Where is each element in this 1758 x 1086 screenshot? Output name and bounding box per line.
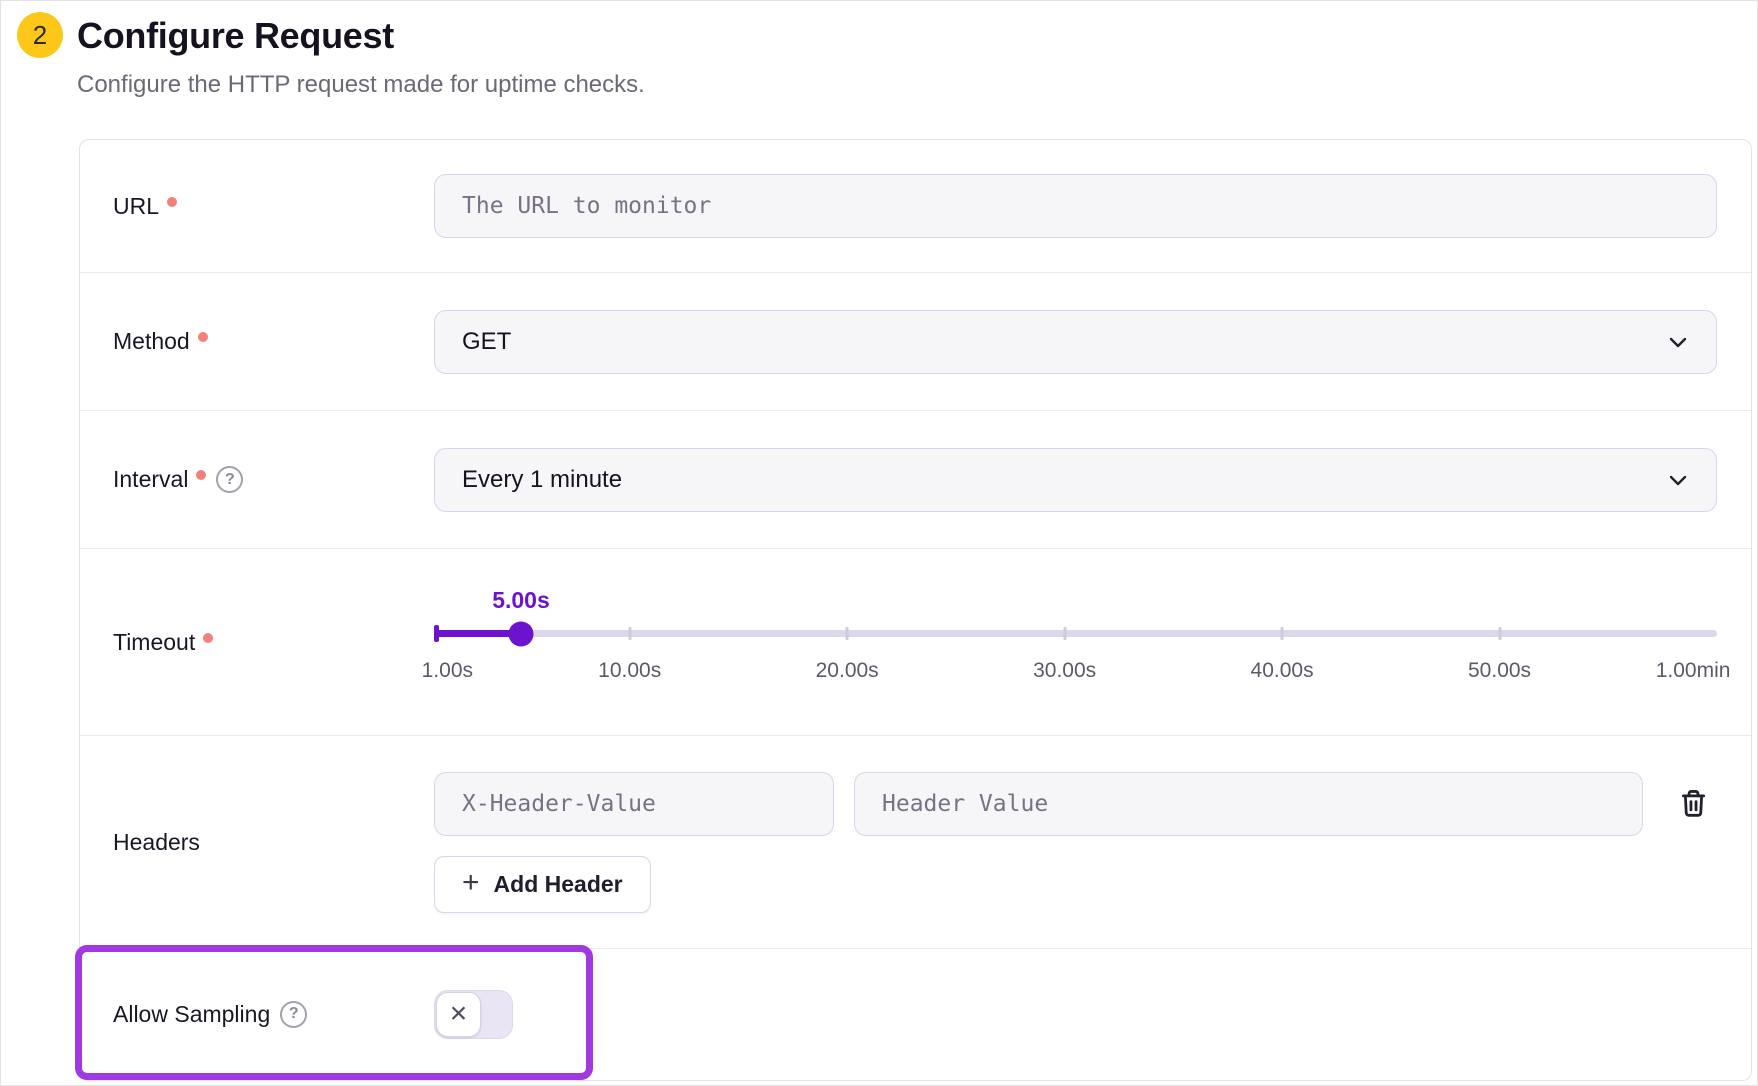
required-indicator bbox=[203, 633, 213, 643]
headers-row: Headers + bbox=[80, 736, 1751, 949]
interval-label-text: Interval bbox=[113, 466, 188, 493]
allow-sampling-toggle[interactable]: × bbox=[434, 990, 513, 1039]
slider-tick-mark bbox=[846, 627, 849, 640]
url-label-text: URL bbox=[113, 193, 159, 220]
method-select[interactable]: GET bbox=[434, 310, 1717, 374]
plus-icon: + bbox=[462, 868, 480, 898]
headers-label-text: Headers bbox=[113, 829, 200, 856]
method-label-text: Method bbox=[113, 328, 190, 355]
required-indicator bbox=[167, 197, 177, 207]
add-header-button-label: Add Header bbox=[494, 871, 623, 898]
chevron-down-icon bbox=[1666, 330, 1690, 354]
method-label: Method bbox=[113, 328, 434, 355]
page-subtitle: Configure the HTTP request made for upti… bbox=[77, 71, 645, 99]
slider-thumb[interactable] bbox=[508, 621, 533, 646]
timeout-slider: 5.00s 1.00s10.00s20.00s30.00s40.00s50.00… bbox=[434, 587, 1717, 697]
url-row: URL bbox=[80, 140, 1751, 273]
slider-tick-label: 30.00s bbox=[1033, 659, 1096, 683]
trash-icon bbox=[1678, 787, 1709, 820]
required-indicator bbox=[196, 470, 206, 480]
required-indicator bbox=[198, 332, 208, 342]
configure-request-panel: URL Method GET Interval bbox=[79, 139, 1752, 1081]
allow-sampling-row: Allow Sampling ? × bbox=[80, 949, 1751, 1079]
page-title: Configure Request bbox=[77, 15, 394, 57]
header-value-input[interactable] bbox=[854, 772, 1643, 836]
slider-track[interactable] bbox=[434, 630, 1717, 637]
url-label: URL bbox=[113, 193, 434, 220]
chevron-down-icon bbox=[1666, 468, 1690, 492]
slider-tick-mark bbox=[1498, 627, 1501, 640]
slider-tick-mark bbox=[628, 627, 631, 640]
slider-tick-label: 10.00s bbox=[598, 659, 661, 683]
delete-header-button[interactable] bbox=[1663, 772, 1723, 836]
interval-label: Interval ? bbox=[113, 466, 434, 493]
slider-tick-label: 1.00min bbox=[1656, 659, 1731, 683]
timeout-label: Timeout bbox=[113, 629, 434, 656]
x-icon: × bbox=[450, 999, 468, 1029]
method-selected-value: GET bbox=[462, 328, 511, 356]
timeout-row: Timeout 5.00s 1.00s 10.00s 20.00s 30.00s 40.… bbox=[80, 549, 1751, 736]
help-icon[interactable]: ? bbox=[280, 1001, 307, 1028]
slider-tick-label: 40.00s bbox=[1251, 659, 1314, 683]
step-number-badge: 2 bbox=[17, 12, 63, 58]
method-row: Method GET bbox=[80, 273, 1751, 411]
allow-sampling-label-text: Allow Sampling bbox=[113, 1001, 270, 1028]
url-input[interactable] bbox=[434, 174, 1717, 238]
slider-tick-mark bbox=[1281, 627, 1284, 640]
slider-tick-label: 50.00s bbox=[1468, 659, 1531, 683]
interval-row: Interval ? Every 1 minute bbox=[80, 411, 1751, 549]
headers-label: Headers bbox=[113, 829, 434, 856]
interval-selected-value: Every 1 minute bbox=[462, 466, 622, 494]
slider-tick-mark bbox=[1063, 627, 1066, 640]
timeout-label-text: Timeout bbox=[113, 629, 195, 656]
toggle-knob-off: × bbox=[436, 992, 481, 1037]
slider-value-label: 5.00s bbox=[492, 587, 550, 614]
allow-sampling-label: Allow Sampling ? bbox=[113, 1001, 434, 1028]
interval-select[interactable]: Every 1 minute bbox=[434, 448, 1717, 512]
help-icon[interactable]: ? bbox=[216, 466, 243, 493]
header-name-input[interactable] bbox=[434, 772, 834, 836]
slider-tick-label: 1.00s bbox=[422, 659, 473, 683]
slider-tick-label: 20.00s bbox=[816, 659, 879, 683]
slider-tick-labels: 1.00s10.00s20.00s30.00s40.00s50.00s1.00m… bbox=[434, 659, 1717, 689]
add-header-button[interactable]: + Add Header bbox=[434, 856, 651, 913]
